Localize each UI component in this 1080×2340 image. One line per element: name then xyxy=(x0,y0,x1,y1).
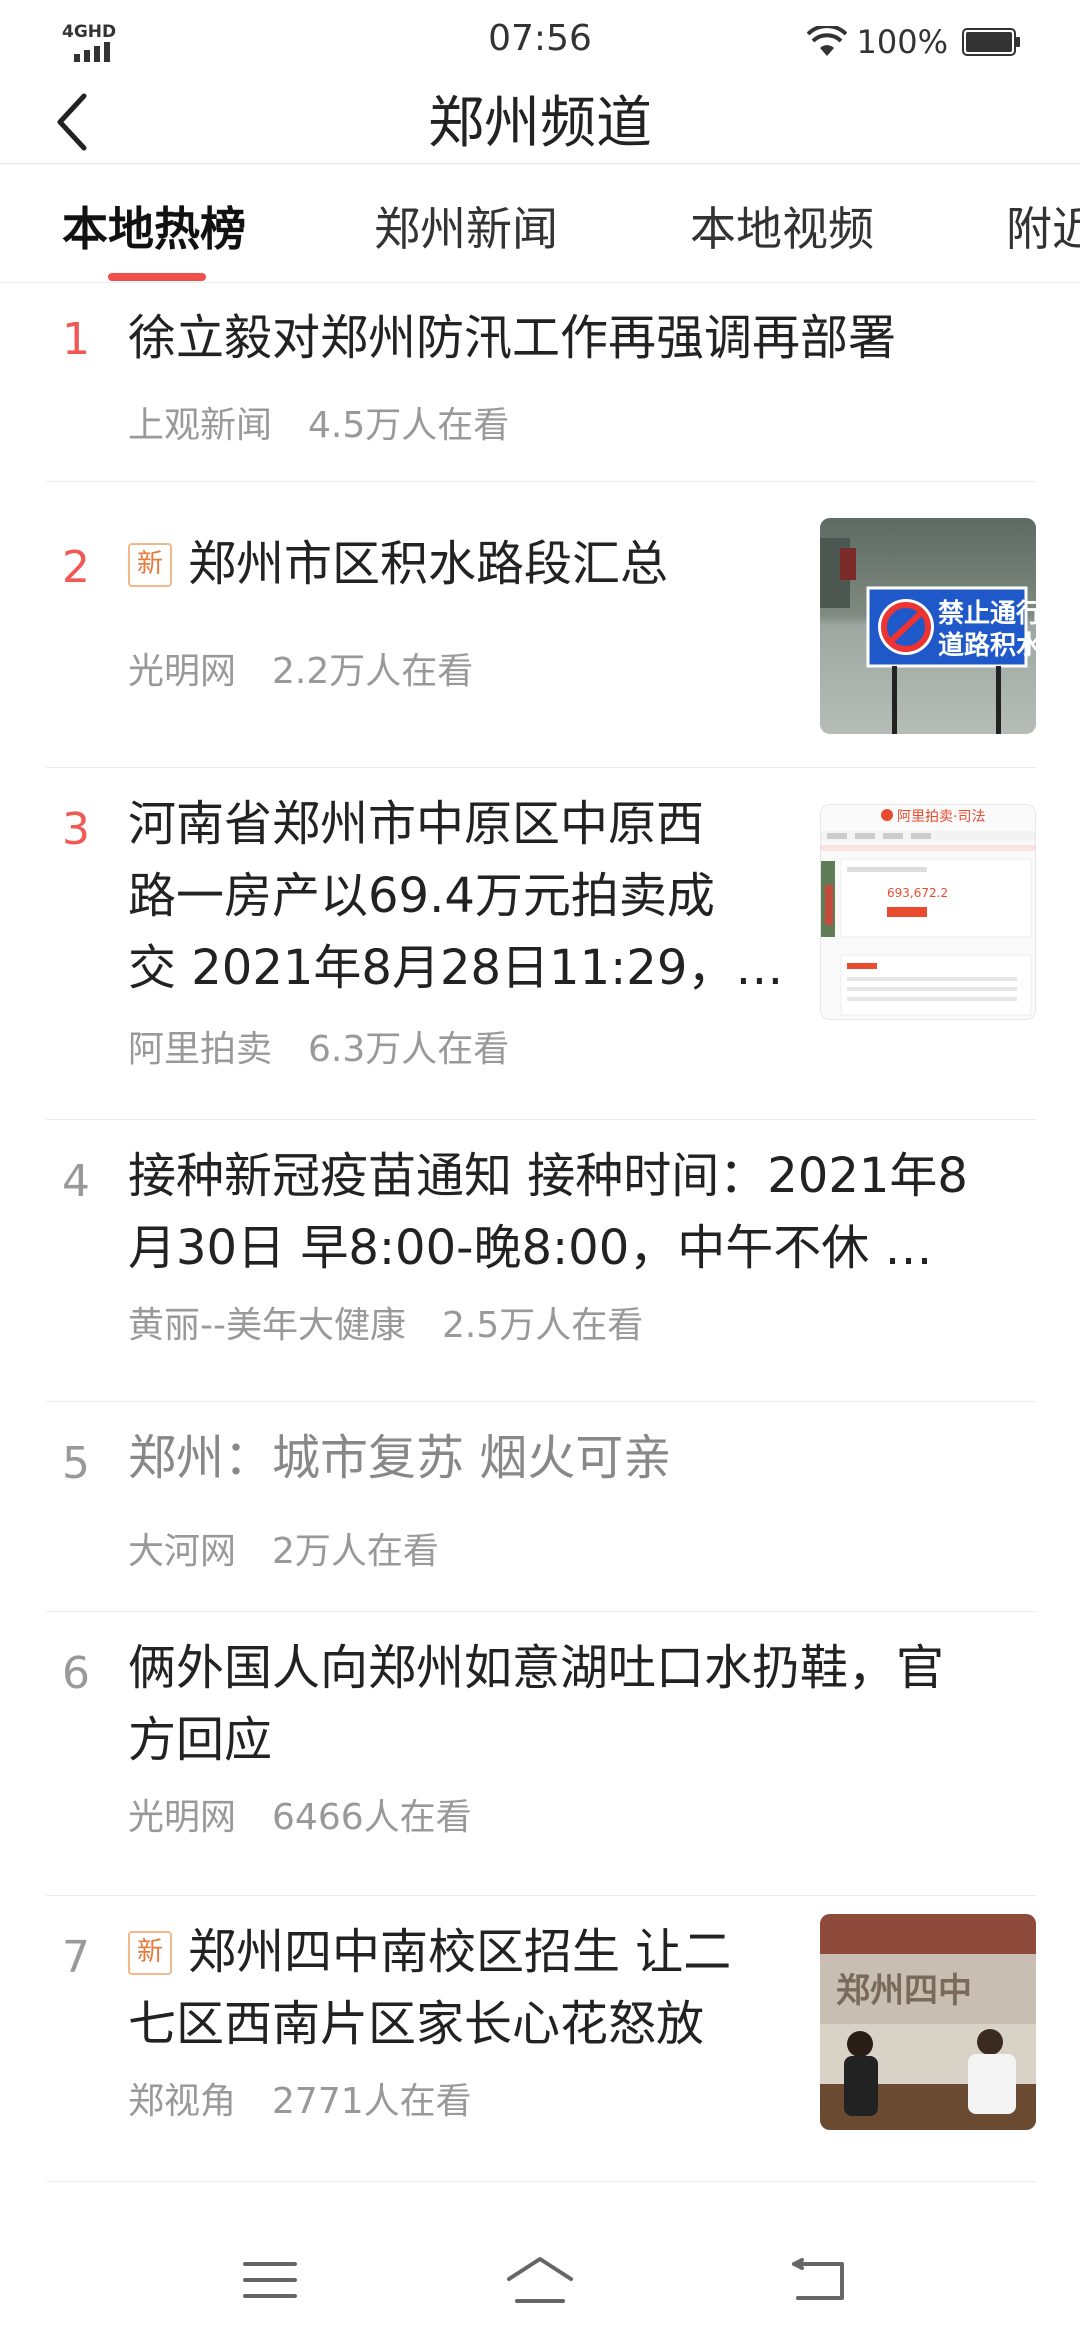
news-views: 2万人在看 xyxy=(272,1531,439,1572)
rank-number: 5 xyxy=(62,1438,90,1489)
news-headline: 接种新冠疫苗通知 接种时间：2021年8 月30日 早8:00-晚8:00，中午… xyxy=(128,1140,1038,1284)
rank-number: 7 xyxy=(62,1932,90,1983)
navigation-bar: 郑州频道 xyxy=(0,80,1080,164)
status-right: 100% xyxy=(806,22,1022,62)
tab-nearby[interactable]: 附近 xyxy=(1006,193,1080,259)
news-source: 光明网 xyxy=(128,1797,237,1838)
school-sign-text: 郑州四中 xyxy=(836,1971,972,2011)
news-thumbnail[interactable]: 郑州四中 xyxy=(820,1914,1036,2130)
tab-zhengzhou-news[interactable]: 郑州新闻 xyxy=(374,193,558,259)
news-meta: 黄丽--美年大健康 2.5万人在看 xyxy=(128,1296,643,1348)
news-source: 阿里拍卖 xyxy=(128,1029,273,1070)
auction-page-screenshot: 阿里拍卖·司法 693,672.2 xyxy=(821,805,1035,1019)
rank-number: 6 xyxy=(62,1648,90,1699)
news-thumbnail[interactable]: 禁止通行 道路积水 xyxy=(820,518,1036,734)
news-item[interactable]: 5 郑州：城市复苏 烟火可亲 大河网 2万人在看 xyxy=(46,1402,1036,1612)
home-button[interactable] xyxy=(500,2250,580,2310)
news-headline: 郑州：城市复苏 烟火可亲 xyxy=(128,1430,672,1486)
news-item[interactable]: 1 徐立毅对郑州防汛工作再强调再部署 上观新闻 4.5万人在看 xyxy=(46,284,1036,482)
auction-price-text: 693,672.2 xyxy=(887,886,948,900)
news-meta: 光明网 2.2万人在看 xyxy=(128,642,473,694)
news-meta: 阿里拍卖 6.3万人在看 xyxy=(128,1020,509,1072)
tab-local-hot[interactable]: 本地热榜 xyxy=(62,193,246,259)
news-views: 6.3万人在看 xyxy=(308,1029,510,1070)
wifi-icon xyxy=(806,26,847,56)
news-title-line: 俩外国人向郑州如意湖吐口水扔鞋，官 xyxy=(128,1640,945,1696)
news-title-line: 郑州四中南校区招生 让二 xyxy=(188,1924,732,1980)
news-views: 2771人在看 xyxy=(272,2081,472,2122)
news-item[interactable]: 4 接种新冠疫苗通知 接种时间：2021年8 月30日 早8:00-晚8:00，… xyxy=(46,1120,1036,1402)
news-headline: 俩外国人向郑州如意湖吐口水扔鞋，官 方回应 xyxy=(128,1632,1038,1776)
battery-percent: 100% xyxy=(856,23,948,61)
news-title-line: 河南省郑州市中原区中原西 xyxy=(128,796,705,852)
news-source: 上观新闻 xyxy=(128,405,273,446)
sign-text-line2: 道路积水 xyxy=(938,630,1036,661)
news-item[interactable]: 7 新郑州四中南校区招生 让二 七区西南片区家长心花怒放 郑视角 2771人在看 … xyxy=(46,1896,1036,2182)
page-title: 郑州频道 xyxy=(428,91,652,156)
return-button[interactable] xyxy=(780,2250,860,2310)
status-bar: 4GHD 07:56 100% xyxy=(0,0,1080,80)
news-meta: 大河网 2万人在看 xyxy=(128,1522,439,1574)
news-meta: 光明网 6466人在看 xyxy=(128,1788,472,1840)
news-item[interactable]: 2 新郑州市区积水路段汇总 光明网 2.2万人在看 禁止通行 道路积水 xyxy=(46,482,1036,768)
news-title-line: 交 2021年8月28日11:29，… xyxy=(128,940,784,996)
news-views: 4.5万人在看 xyxy=(308,405,510,446)
news-title-line: 七区西南片区家长心花怒放 xyxy=(128,1996,705,2052)
sign-text-line1: 禁止通行 xyxy=(938,598,1036,629)
news-headline: 河南省郑州市中原区中原西 路一房产以69.4万元拍卖成 交 2021年8月28日… xyxy=(128,788,808,1004)
news-source: 光明网 xyxy=(128,651,237,692)
rank-number: 3 xyxy=(62,804,90,855)
tab-local-video[interactable]: 本地视频 xyxy=(690,193,874,259)
new-badge: 新 xyxy=(128,1931,172,1975)
news-thumbnail[interactable]: 阿里拍卖·司法 693,672.2 xyxy=(820,804,1036,1020)
new-badge: 新 xyxy=(128,543,172,587)
news-meta: 郑视角 2771人在看 xyxy=(128,2072,472,2124)
menu-icon xyxy=(243,2262,297,2298)
news-headline: 新郑州四中南校区招生 让二 七区西南片区家长心花怒放 xyxy=(128,1916,808,2060)
home-icon xyxy=(507,2257,573,2303)
rank-number: 1 xyxy=(62,314,90,365)
battery-icon xyxy=(962,28,1020,56)
news-source: 郑视角 xyxy=(128,2081,237,2122)
news-views: 6466人在看 xyxy=(272,1797,472,1838)
active-tab-indicator xyxy=(108,273,206,281)
news-title-line: 路一房产以69.4万元拍卖成 xyxy=(128,868,715,924)
flooded-road-sign-image: 禁止通行 道路积水 xyxy=(820,518,1036,734)
news-title-line: 方回应 xyxy=(128,1712,273,1768)
news-headline: 徐立毅对郑州防汛工作再强调再部署 xyxy=(128,310,897,366)
news-item[interactable]: 6 俩外国人向郑州如意湖吐口水扔鞋，官 方回应 光明网 6466人在看 xyxy=(46,1612,1036,1896)
school-enrollment-photo: 郑州四中 xyxy=(820,1914,1036,2130)
return-icon xyxy=(792,2258,844,2300)
news-meta: 上观新闻 4.5万人在看 xyxy=(128,396,509,448)
news-source: 黄丽--美年大健康 xyxy=(128,1305,406,1346)
news-source: 大河网 xyxy=(128,1531,237,1572)
rank-number: 2 xyxy=(62,542,90,593)
auction-brand-text: 阿里拍卖·司法 xyxy=(897,809,985,825)
menu-button[interactable] xyxy=(230,2250,310,2310)
system-navigation-bar xyxy=(0,2200,1080,2340)
news-headline: 新郑州市区积水路段汇总 xyxy=(128,528,808,600)
news-views: 2.2万人在看 xyxy=(272,651,474,692)
news-title-line: 月30日 早8:00-晚8:00，中午不休 … xyxy=(128,1220,933,1276)
news-views: 2.5万人在看 xyxy=(441,1305,644,1346)
news-item[interactable]: 3 河南省郑州市中原区中原西 路一房产以69.4万元拍卖成 交 2021年8月2… xyxy=(46,768,1036,1120)
rank-number: 4 xyxy=(62,1156,90,1207)
tab-bar: 本地热榜 郑州新闻 本地视频 附近 xyxy=(0,165,1080,283)
news-title-line: 接种新冠疫苗通知 接种时间：2021年8 xyxy=(128,1148,968,1204)
news-title-text: 郑州市区积水路段汇总 xyxy=(188,536,669,592)
